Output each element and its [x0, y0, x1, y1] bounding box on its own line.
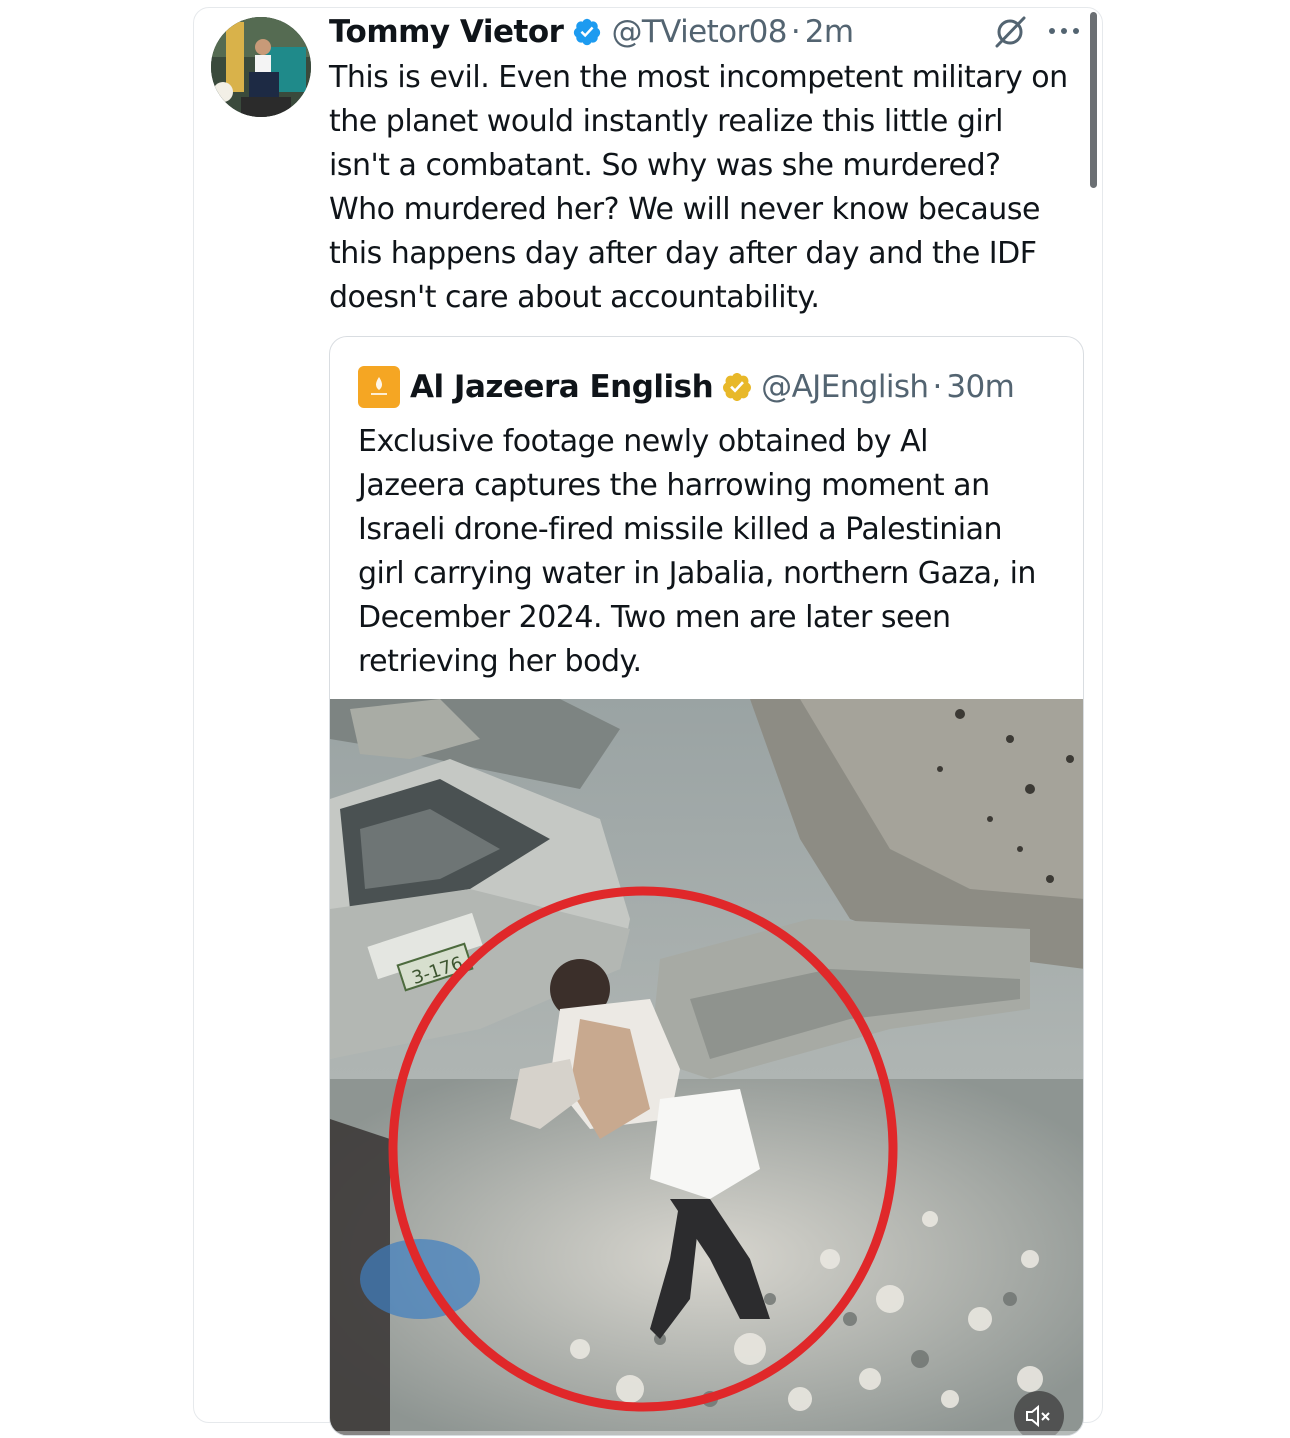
tweet-timestamp[interactable]: 2m [805, 14, 854, 50]
video-progress-bar[interactable] [330, 1431, 1083, 1435]
scrollbar[interactable] [1090, 12, 1097, 188]
quoted-author-name[interactable]: Al Jazeera English [410, 369, 714, 405]
grok-icon[interactable] [993, 15, 1027, 49]
video-player[interactable]: 3-176 [330, 699, 1083, 1435]
tweet-text: This is evil. Even the most incompetent … [329, 60, 1068, 315]
more-icon[interactable] [1046, 21, 1082, 41]
mute-button[interactable] [1014, 1391, 1064, 1435]
gold-verified-icon [723, 373, 752, 401]
author-name[interactable]: Tommy Vietor [329, 14, 564, 50]
quoted-tweet-header: Al Jazeera English @AJEnglish · 30m [358, 365, 1015, 409]
video-frame: 3-176 [330, 699, 1083, 1435]
author-handle[interactable]: @TVietor08 [611, 14, 787, 50]
separator-dot: · [932, 369, 943, 405]
quoted-tweet[interactable]: Al Jazeera English @AJEnglish · 30m Excl… [329, 336, 1084, 1436]
aljazeera-logo[interactable] [358, 366, 400, 408]
tweet-header: Tommy Vietor @TVietor08 · 2m [329, 10, 854, 54]
quoted-author-handle[interactable]: @AJEnglish [761, 369, 929, 405]
author-avatar[interactable] [211, 17, 311, 117]
quoted-tweet-timestamp[interactable]: 30m [946, 369, 1014, 405]
separator-dot: · [790, 14, 801, 50]
mute-icon [1026, 1404, 1050, 1428]
verified-icon [574, 18, 601, 46]
quoted-tweet-text: Exclusive footage newly obtained by Al J… [358, 424, 1036, 679]
